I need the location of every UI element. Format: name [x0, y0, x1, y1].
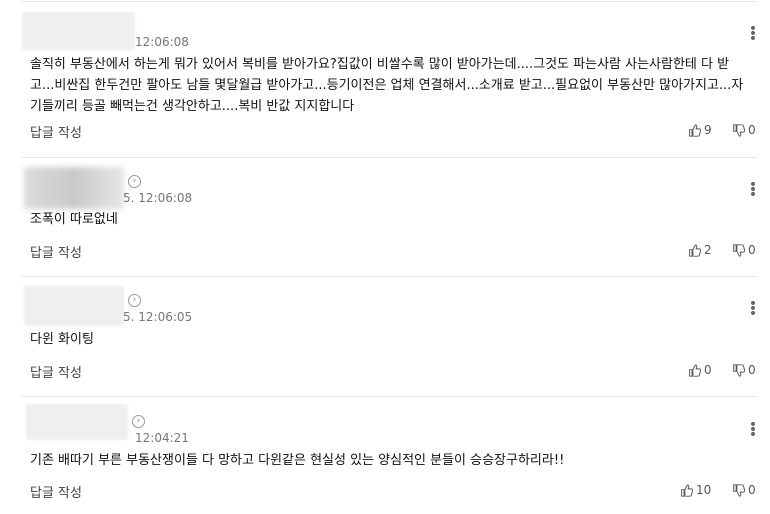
- reply-button[interactable]: 답글 작성: [30, 122, 82, 141]
- like-count: 10: [696, 483, 712, 497]
- like-count: 2: [704, 243, 712, 257]
- comment-divider: [22, 276, 756, 277]
- comment-text: 솔직히 부동산에서 하는게 뭐가 있어서 복비를 받아가요?집값이 비쌀수록 많…: [30, 57, 744, 114]
- comment-divider: [22, 1, 756, 2]
- dislike-button[interactable]: 0: [732, 483, 756, 497]
- like-button[interactable]: 2: [688, 243, 712, 257]
- dislike-count: 0: [748, 243, 756, 257]
- comment-divider: [22, 157, 756, 158]
- thumbs-up-icon: [681, 483, 693, 497]
- dislike-count: 0: [748, 483, 756, 497]
- comment-text: 조폭이 따로없네: [30, 212, 118, 227]
- dislike-count: 0: [748, 363, 756, 377]
- comment-timestamp: 12:06:08: [135, 35, 189, 49]
- more-options-icon[interactable]: • • •: [748, 178, 758, 202]
- thumbs-down-icon: [733, 483, 745, 497]
- like-button[interactable]: 9: [688, 123, 712, 137]
- dislike-button[interactable]: 0: [732, 123, 756, 137]
- dislike-button[interactable]: 0: [732, 243, 756, 257]
- comment-timestamp: 5. 12:06:08: [123, 191, 193, 205]
- dislike-count: 0: [748, 123, 756, 137]
- thumbs-up-icon: [689, 123, 701, 137]
- more-options-icon[interactable]: • • •: [748, 297, 758, 321]
- like-count: 9: [704, 123, 712, 137]
- comment-timestamp: 12:04:21: [135, 431, 189, 445]
- chevron-right-icon[interactable]: ›: [128, 175, 141, 188]
- author-name-redacted: [24, 286, 124, 326]
- author-name-redacted: [22, 12, 135, 50]
- like-button[interactable]: 10: [680, 483, 711, 497]
- author-name-redacted: [26, 404, 128, 440]
- reply-button[interactable]: 답글 작성: [30, 242, 82, 261]
- thumbs-up-icon: [689, 243, 701, 257]
- thumbs-down-icon: [733, 243, 745, 257]
- avatar: [24, 167, 124, 209]
- comment-divider: [22, 396, 756, 397]
- comment-timestamp: 5. 12:06:05: [123, 310, 193, 324]
- thumbs-down-icon: [733, 123, 745, 137]
- thumbs-down-icon: [733, 363, 745, 377]
- comment-text: 다윈 화이팅: [30, 332, 94, 347]
- dislike-button[interactable]: 0: [732, 363, 756, 377]
- like-button[interactable]: 0: [688, 363, 712, 377]
- comment-text: 기존 배따기 부른 부동산쟁이들 다 망하고 다윈같은 현실성 있는 양심적인 …: [30, 453, 565, 468]
- reply-button[interactable]: 답글 작성: [30, 482, 82, 501]
- chevron-right-icon[interactable]: ›: [132, 415, 145, 428]
- reply-button[interactable]: 답글 작성: [30, 362, 82, 381]
- more-options-icon[interactable]: • • •: [748, 22, 758, 46]
- more-options-icon[interactable]: • • •: [748, 418, 758, 442]
- thumbs-up-icon: [689, 363, 701, 377]
- like-count: 0: [704, 363, 712, 377]
- chevron-right-icon[interactable]: ›: [128, 294, 141, 307]
